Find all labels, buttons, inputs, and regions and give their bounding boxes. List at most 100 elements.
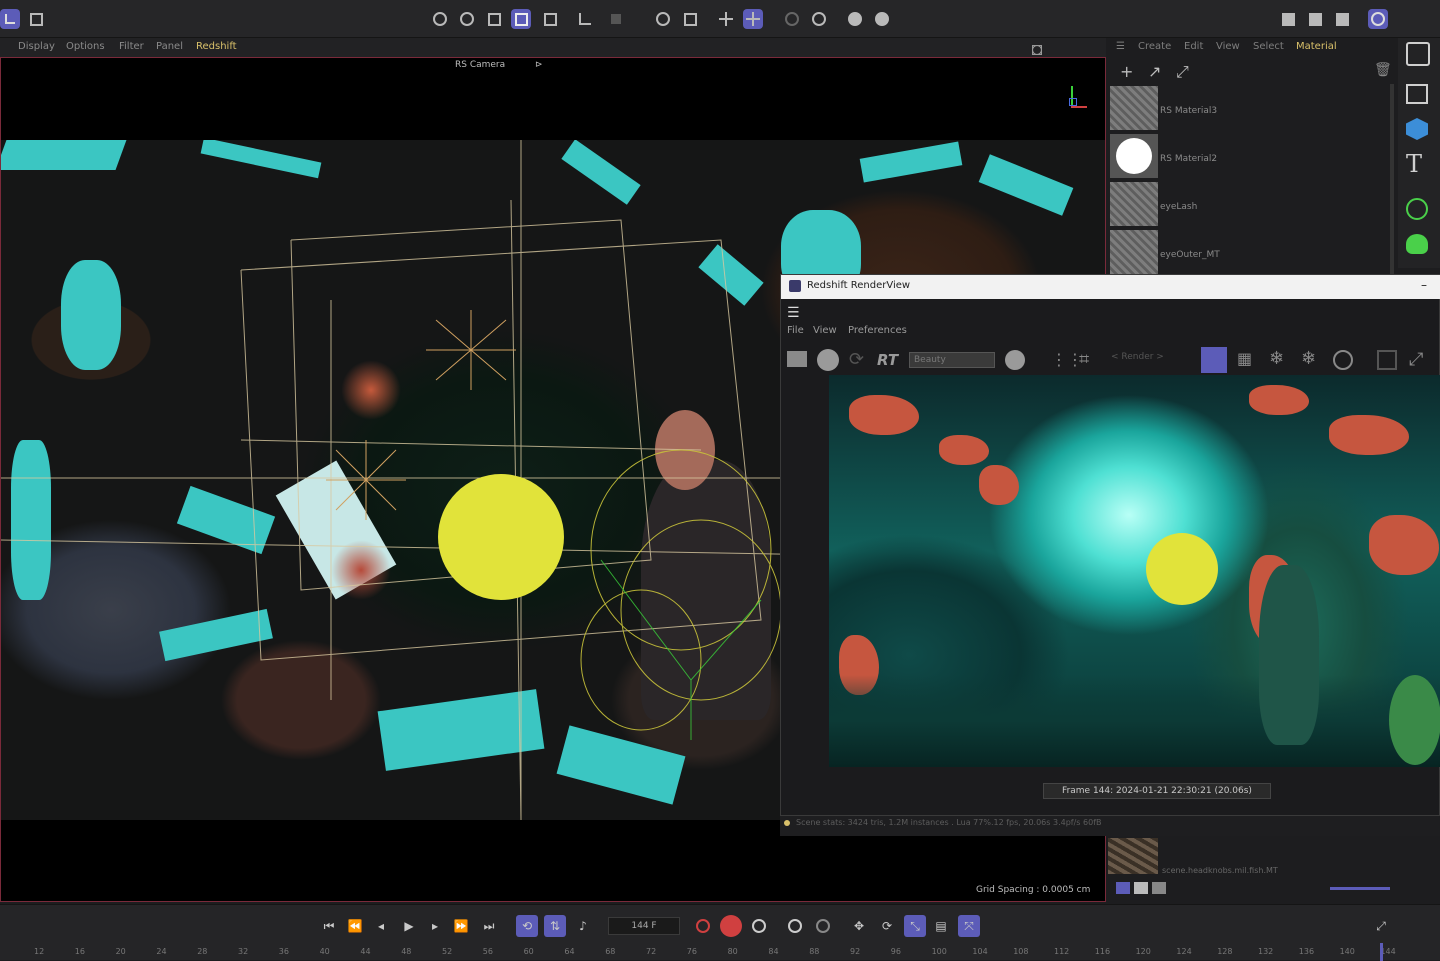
position-key-icon[interactable]: ✥ (848, 915, 870, 937)
move-tool-icon[interactable] (430, 9, 450, 29)
go-to-start-icon[interactable]: ⏮ (318, 915, 340, 937)
menu-redshift[interactable]: Redshift (196, 41, 237, 52)
trash-icon[interactable]: 🗑 (1374, 62, 1392, 78)
snap-icon[interactable] (653, 9, 673, 29)
timeline-expand-icon[interactable]: ⤢ (1370, 915, 1392, 937)
playback-rate-icon[interactable]: ⇅ (544, 915, 566, 937)
hamburger-icon[interactable]: ☰ (787, 305, 800, 321)
minimize-icon[interactable]: – (1421, 278, 1427, 292)
material-item[interactable]: RS Material3 (1108, 84, 1390, 130)
layout-icon[interactable] (26, 9, 46, 29)
prev-frame-icon[interactable]: ◂ (370, 915, 392, 937)
go-to-end-icon[interactable]: ⏭ (478, 915, 500, 937)
camera-arrow-icon[interactable]: ⊳ (535, 60, 543, 70)
play-icon[interactable]: ▶ (398, 915, 420, 937)
hamburger-icon[interactable]: ☰ (1116, 41, 1125, 52)
render-view-icon[interactable] (809, 9, 829, 29)
timeline-ruler[interactable]: 12 16 20 24 28 32 36 40 44 48 52 56 60 64 68 72 76 80 84 88… (0, 943, 1440, 961)
light-object-icon[interactable] (1406, 198, 1428, 220)
sound-icon[interactable]: ♪ (572, 915, 594, 937)
menu-display[interactable]: Display (18, 41, 55, 52)
snowflake-alt-icon[interactable]: ❄ (1301, 348, 1316, 369)
clapper-settings-icon[interactable] (1332, 9, 1352, 29)
cloner-icon[interactable] (1406, 234, 1428, 254)
menu-file[interactable]: File (787, 325, 804, 336)
scale-key-icon[interactable]: ⤡ (904, 915, 926, 937)
axis-icon[interactable] (575, 9, 595, 29)
thumbnail-size-slider[interactable] (1330, 887, 1390, 890)
rotation-key-icon[interactable]: ⟳ (876, 915, 898, 937)
scale-tool-icon[interactable] (457, 9, 477, 29)
material-item[interactable]: eyeOuter_MT (1108, 228, 1390, 274)
render-select[interactable]: < Render > (1111, 352, 1191, 368)
rt-toggle[interactable]: RT (877, 351, 898, 369)
redshift-renderview-window[interactable]: Redshift RenderView – ☰ File View Prefer… (780, 274, 1440, 816)
prev-key-icon[interactable]: ⏪ (344, 915, 366, 937)
add-icon[interactable]: + (1120, 62, 1133, 81)
eyedropper-icon[interactable]: ⤢ (1176, 62, 1189, 82)
playhead[interactable] (1380, 943, 1383, 961)
clapper-icon[interactable] (787, 351, 807, 367)
region-icon[interactable] (1377, 350, 1397, 370)
user-icon[interactable] (1368, 9, 1388, 29)
menu-panel[interactable]: Panel (156, 41, 183, 52)
plane-object-icon[interactable] (1406, 84, 1428, 104)
menu-select[interactable]: Select (1253, 41, 1284, 52)
loop-icon[interactable]: ⟲ (516, 915, 538, 937)
clapper-play-icon[interactable] (1305, 9, 1325, 29)
material-item[interactable]: RS Material2 (1108, 132, 1390, 178)
param-key-icon[interactable] (812, 915, 834, 937)
list-view-icon[interactable] (1116, 882, 1130, 894)
material-scrollbar[interactable] (1390, 84, 1394, 274)
menu-options[interactable]: Options (66, 41, 105, 52)
polygon-mode-icon[interactable] (540, 9, 560, 29)
mode-toggle-icon[interactable] (0, 9, 20, 29)
menu-preferences[interactable]: Preferences (848, 325, 907, 336)
render-icon[interactable] (782, 9, 802, 29)
cube-icon[interactable] (1406, 118, 1428, 140)
aov-select[interactable]: Beauty (909, 352, 995, 368)
param-key-alt-icon[interactable]: ▤ (930, 915, 952, 937)
rotate-tool-icon[interactable] (484, 9, 504, 29)
object-mode-icon[interactable] (511, 9, 531, 29)
menu-filter[interactable]: Filter (119, 41, 144, 52)
text-object-icon[interactable]: T (1406, 150, 1422, 178)
next-key-icon[interactable]: ⏩ (450, 915, 472, 937)
fullscreen-icon[interactable]: ⤢ (1409, 349, 1423, 370)
render-settings-icon[interactable] (872, 9, 892, 29)
circle-icon[interactable] (1333, 350, 1353, 370)
large-view-icon[interactable] (1152, 882, 1166, 894)
refresh-icon[interactable]: ⟳ (849, 349, 864, 370)
grid-icon[interactable] (716, 9, 736, 29)
material-thumbnail[interactable] (1108, 838, 1158, 874)
menu-view[interactable]: View (813, 325, 837, 336)
clapper-icon[interactable] (1278, 9, 1298, 29)
camera-object-icon[interactable] (1406, 42, 1430, 66)
grid-view-icon[interactable] (1134, 882, 1148, 894)
menu-view[interactable]: View (1216, 41, 1240, 52)
point-level-icon[interactable]: ⤧ (958, 915, 980, 937)
settings-icon[interactable] (845, 9, 865, 29)
autokey-icon[interactable] (720, 915, 742, 937)
play-icon[interactable] (817, 349, 839, 371)
snapshot-toggle[interactable] (1201, 347, 1227, 373)
current-frame-field[interactable]: 144 F (608, 917, 680, 935)
sun-light-object[interactable] (438, 474, 564, 600)
maximize-icon[interactable] (1032, 45, 1042, 55)
arrow-icon[interactable]: ↗ (1148, 62, 1161, 81)
gamma-icon[interactable] (1005, 350, 1025, 370)
workplane-icon[interactable] (743, 9, 763, 29)
keyframe-selection-icon[interactable] (748, 915, 770, 937)
lock-icon[interactable] (680, 9, 700, 29)
motion-record-icon[interactable] (784, 915, 806, 937)
viewport-nav-icons[interactable] (1032, 42, 1102, 55)
menu-create[interactable]: Create (1138, 41, 1171, 52)
record-icon[interactable] (692, 915, 714, 937)
window-titlebar[interactable]: Redshift RenderView – (781, 275, 1440, 299)
menu-edit[interactable]: Edit (1184, 41, 1203, 52)
snowflake-icon[interactable]: ❄ (1269, 348, 1284, 369)
next-frame-icon[interactable]: ▸ (424, 915, 446, 937)
tiles-icon[interactable]: ▦ (1237, 349, 1252, 368)
render-region-icon[interactable] (606, 9, 626, 29)
menu-material[interactable]: Material (1296, 41, 1337, 52)
